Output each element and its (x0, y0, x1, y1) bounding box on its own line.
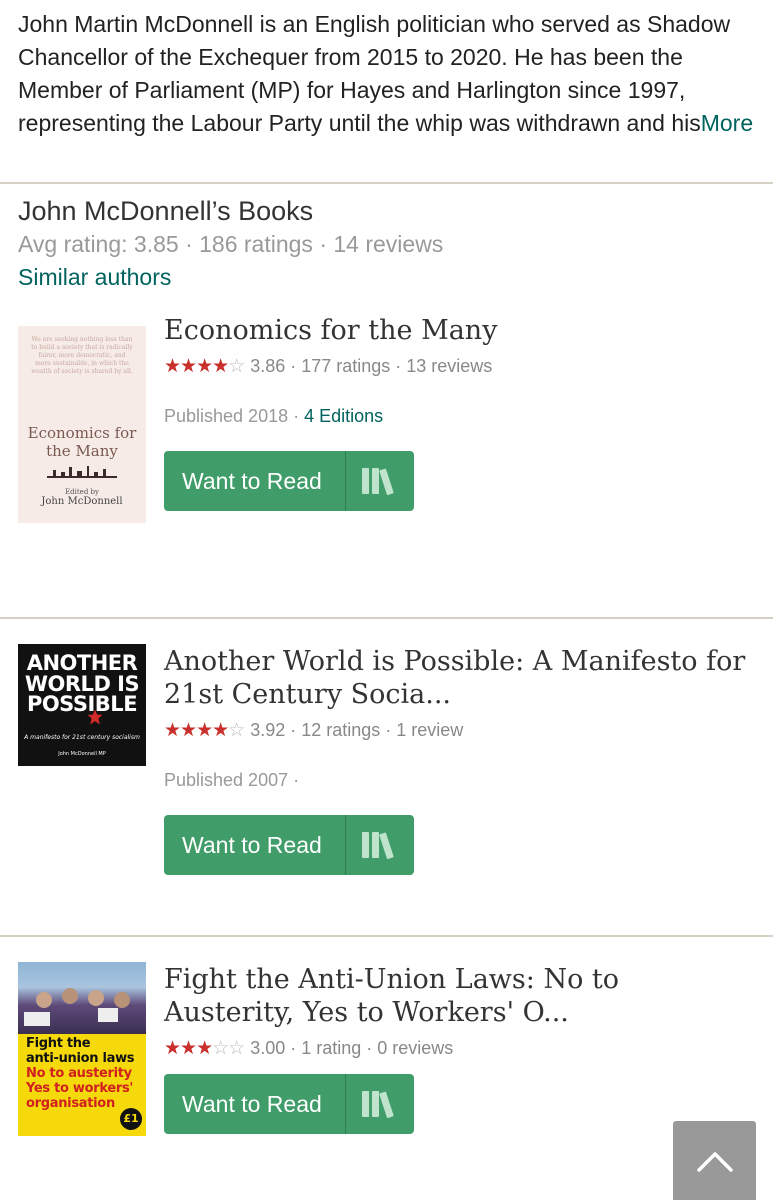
cover-editor: John McDonnell (41, 496, 123, 507)
cover-line3: No to austerity (26, 1066, 132, 1081)
want-to-read-button[interactable]: Want to Read (164, 815, 414, 875)
shelf-icon[interactable] (345, 815, 414, 875)
cover-line4: Yes to workers' (26, 1081, 134, 1096)
cover-blurb: We are seeking nothing less than to buil… (31, 336, 133, 375)
book-title[interactable]: Economics for the Many (164, 314, 755, 347)
book-item: ANOTHER WORLD IS POSSIBLE A manifesto fo… (0, 619, 773, 935)
book-info: Fight the Anti-Union Laws: No to Austeri… (164, 963, 755, 1134)
want-to-read-label: Want to Read (182, 1091, 322, 1117)
books-section-stats: Avg rating: 3.85 · 186 ratings · 14 revi… (18, 231, 444, 257)
books-section-title: John McDonnell’s Books (18, 196, 314, 226)
cover-author: John McDonnell MP (58, 751, 106, 757)
cover-line1: ANOTHER (26, 651, 138, 675)
cover-price-badge: £1 (120, 1108, 142, 1130)
book-rating-line: ★★★★☆ 3.86 · 177 ratings · 13 reviews (164, 355, 755, 378)
book-rating-line: ★★★☆☆ 3.00 · 1 rating · 0 reviews (164, 1037, 755, 1060)
cover-line5: organisation (26, 1096, 115, 1111)
book-title[interactable]: Fight the Anti-Union Laws: No to Austeri… (164, 963, 755, 1029)
star-rating-icon: ★★★★☆ (164, 356, 245, 377)
book-editions-link[interactable]: 4 Editions (304, 406, 383, 426)
cover-photo (18, 962, 146, 1034)
bio-text: John Martin McDonnell is an English poli… (18, 11, 731, 136)
book-rating-text: 3.00 · 1 rating · 0 reviews (250, 1038, 454, 1058)
book-item: We are seeking nothing less than to buil… (0, 314, 773, 617)
want-to-read-button[interactable]: Want to Read (164, 1074, 414, 1134)
red-star-icon (87, 709, 103, 725)
book-rating-line: ★★★★☆ 3.92 · 12 ratings · 1 review (164, 719, 755, 742)
star-rating-icon: ★★★☆☆ (164, 1038, 245, 1059)
bio-more-link[interactable]: More (701, 110, 753, 136)
cover-subtitle: A manifesto for 21st century socialism (24, 734, 140, 741)
book-title[interactable]: Another World is Possible: A Manifesto f… (164, 645, 755, 711)
cover-title-line2: the Many (46, 442, 118, 460)
book-published: Published 2007 · (164, 770, 755, 791)
author-bio: John Martin McDonnell is an English poli… (0, 0, 773, 182)
shelf-icon[interactable] (345, 1074, 414, 1134)
cover-line2: WORLD IS (24, 672, 140, 696)
want-to-read-label: Want to Read (182, 468, 322, 494)
book-item: Fight the anti-union laws No to austerit… (0, 937, 773, 1192)
book-published-text: Published 2007 · (164, 770, 300, 790)
cover-line3: POSSIBLE (26, 692, 138, 716)
cover-line2: anti-union laws (26, 1051, 135, 1066)
cover-line1: Fight the (26, 1036, 91, 1051)
cover-edited-by: Edited by (65, 488, 99, 496)
want-to-read-label: Want to Read (182, 832, 322, 858)
book-info: Economics for the Many ★★★★☆ 3.86 · 177 … (164, 314, 755, 511)
book-cover[interactable]: Fight the anti-union laws No to austerit… (18, 962, 146, 1136)
book-rating-text: 3.92 · 12 ratings · 1 review (250, 720, 464, 740)
star-rating-icon: ★★★★☆ (164, 720, 245, 741)
book-cover[interactable]: We are seeking nothing less than to buil… (18, 326, 146, 523)
book-rating-text: 3.86 · 177 ratings · 13 reviews (250, 356, 493, 376)
books-section-header: John McDonnell’s Books Avg rating: 3.85 … (0, 184, 773, 314)
book-cover[interactable]: ANOTHER WORLD IS POSSIBLE A manifesto fo… (18, 644, 146, 766)
back-to-top-button[interactable] (673, 1121, 756, 1200)
book-published-text: Published 2018 · (164, 406, 305, 426)
similar-authors-link[interactable]: Similar authors (18, 261, 755, 294)
cover-title-line1: Economics for (27, 424, 137, 442)
cover-skyline-graphic (47, 466, 117, 478)
chevron-up-icon (696, 1151, 733, 1172)
shelf-icon[interactable] (345, 451, 414, 511)
want-to-read-button[interactable]: Want to Read (164, 451, 414, 511)
book-info: Another World is Possible: A Manifesto f… (164, 645, 755, 875)
book-published: Published 2018 · 4 Editions (164, 406, 755, 427)
